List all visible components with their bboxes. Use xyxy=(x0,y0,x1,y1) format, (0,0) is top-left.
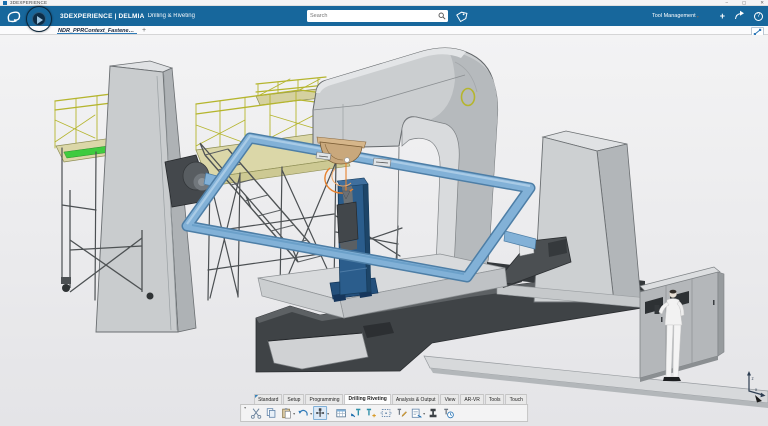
3dexperience-compass[interactable] xyxy=(26,6,52,32)
add-content-button[interactable]: + xyxy=(720,11,725,21)
tab-analysis-output[interactable]: Analysis & Output xyxy=(392,394,440,404)
document-tab-bar: NDR_PPRContext_Fastene… + xyxy=(0,26,768,35)
brand-delmia: DELMIA xyxy=(118,13,144,20)
application-window: 3DEXPERIENCE – ▢ ✕ 3DEXPERIENCE | DELMIA… xyxy=(0,0,768,426)
tab-view[interactable]: View xyxy=(441,394,460,404)
right-positioner-tower[interactable] xyxy=(534,131,641,302)
new-tab-button[interactable]: + xyxy=(142,26,146,35)
action-bar-handle[interactable]: ▾ xyxy=(244,405,246,410)
fastener-manager-icon[interactable] xyxy=(313,406,327,420)
tool-management-menu[interactable]: Tool Management ▾ xyxy=(652,13,699,19)
app-header: 3DEXPERIENCE | DELMIA Drilling & Rivetin… xyxy=(0,6,768,26)
pinned-marker xyxy=(255,395,258,398)
fastener-table-icon[interactable] xyxy=(334,406,348,420)
chevron-down-icon: ▾ xyxy=(697,14,699,19)
tab-standard[interactable]: Standard xyxy=(254,394,282,404)
search-icon[interactable] xyxy=(438,7,446,25)
cut-icon[interactable] xyxy=(249,406,263,420)
search-box[interactable] xyxy=(307,10,448,22)
select-fasteners-icon[interactable] xyxy=(379,406,393,420)
tab-tools[interactable]: Tools xyxy=(485,394,505,404)
app-module-name: Drilling & Riveting xyxy=(148,13,195,19)
dropdown-caret[interactable]: ▾ xyxy=(423,411,425,416)
import-fasteners-icon[interactable] xyxy=(349,406,363,420)
tab-programming[interactable]: Programming xyxy=(305,394,343,404)
action-bar-tabs: Standard Setup Programming Drilling Rive… xyxy=(254,394,528,405)
brand-3dexperience: 3DEXPERIENCE xyxy=(60,13,113,20)
dropdown-caret[interactable]: ▾ xyxy=(327,411,329,416)
compass-play-icon xyxy=(37,16,43,24)
simulation-clock-icon[interactable] xyxy=(441,406,455,420)
action-bar: Standard Setup Programming Drilling Rive… xyxy=(240,394,528,423)
target-point[interactable] xyxy=(345,158,350,163)
action-bar-icons: ▾ ▾ ▾ ▾ xyxy=(240,404,528,422)
tab-touch[interactable]: Touch xyxy=(506,394,527,404)
tab-drilling-riveting[interactable]: Drilling Riveting xyxy=(344,394,390,405)
undo-icon[interactable] xyxy=(296,406,310,420)
help-button[interactable]: ? xyxy=(754,12,763,21)
fastener-process-icon[interactable] xyxy=(426,406,440,420)
tag-icon[interactable] xyxy=(453,10,469,23)
brand-separator: | xyxy=(115,13,117,20)
active-tab-underline xyxy=(57,33,137,35)
export-fasteners-icon[interactable] xyxy=(364,406,378,420)
search-input[interactable] xyxy=(310,13,438,19)
edit-fastener-icon[interactable] xyxy=(394,406,408,420)
tab-ar-vr[interactable]: AR-VR xyxy=(460,394,484,404)
os-window-title: 3DEXPERIENCE xyxy=(10,0,47,5)
tab-setup[interactable]: Setup xyxy=(283,394,304,404)
copy-icon[interactable] xyxy=(264,406,278,420)
app-icon xyxy=(3,1,7,5)
paste-icon[interactable] xyxy=(279,406,293,420)
dropdown-caret[interactable]: ▾ xyxy=(310,411,312,416)
fastener-report-icon[interactable] xyxy=(409,406,423,420)
dropdown-caret[interactable]: ▾ xyxy=(293,411,295,416)
3d-viewport[interactable]: z x xyxy=(0,35,768,426)
share-icon[interactable] xyxy=(734,7,745,25)
brand-title: 3DEXPERIENCE | DELMIA Drilling & Rivetin… xyxy=(60,6,195,26)
